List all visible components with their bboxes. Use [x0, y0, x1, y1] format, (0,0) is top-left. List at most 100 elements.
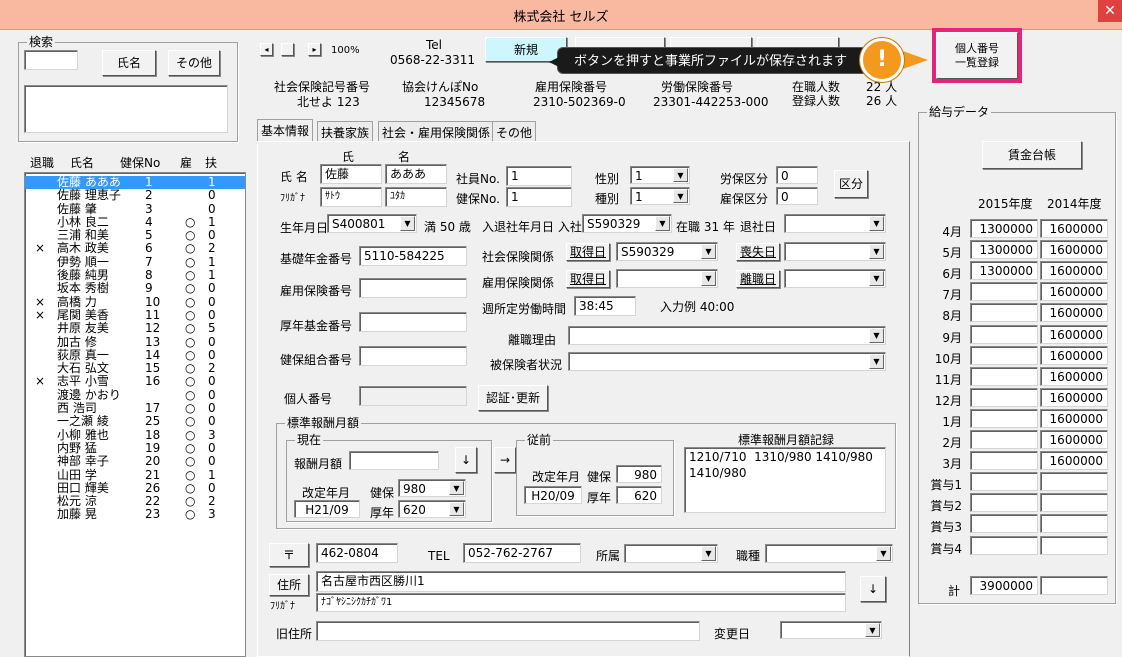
employee-row[interactable]: 渡邊 かおり ○ 0: [25, 388, 245, 402]
salary-y1-cell[interactable]: [970, 345, 1038, 365]
kounen-grade-select[interactable]: 620 ▼: [398, 500, 466, 518]
tab-shaho[interactable]: 社会・雇用保険関係: [378, 121, 495, 141]
salary-y2-cell[interactable]: [1040, 535, 1108, 555]
sei-kana-input[interactable]: ｻﾄｳ: [320, 187, 382, 207]
salary-y2-cell[interactable]: 1600000: [1040, 366, 1108, 386]
salary-y2-cell[interactable]: 1600000: [1040, 324, 1108, 344]
salary-y1-cell[interactable]: [970, 451, 1038, 471]
salary-y2-cell[interactable]: 1600000: [1040, 345, 1108, 365]
kenpo-kumiai-input[interactable]: [359, 346, 467, 366]
total-2015[interactable]: 3900000: [970, 576, 1038, 595]
jusho-kana-input[interactable]: ﾅｺﾞﾔｼﾆｼｸｶﾁｶﾞﾜ1: [316, 593, 846, 612]
salary-y2-cell[interactable]: 1600000: [1040, 451, 1108, 471]
birth-select[interactable]: S400801 ▼: [327, 214, 417, 233]
employee-row[interactable]: 小林 良二 4 ○ 1: [25, 215, 245, 229]
nav-prev-button[interactable]: [281, 43, 294, 56]
salary-y1-cell[interactable]: [970, 408, 1038, 428]
salary-y2-cell[interactable]: [1040, 493, 1108, 513]
prev-kaitei-value[interactable]: H20/09: [524, 486, 582, 504]
kojin-input[interactable]: [359, 386, 467, 406]
sei-input[interactable]: 佐藤: [320, 164, 382, 184]
record-value[interactable]: 1210/710 1310/980 1410/980 1410/980: [684, 447, 886, 513]
rishoku-riyu-select[interactable]: ▼: [568, 326, 886, 345]
tel-input[interactable]: 052-762-2767: [463, 543, 581, 563]
tab-basic[interactable]: 基本情報: [257, 119, 314, 141]
salary-y1-cell[interactable]: 1300000: [970, 261, 1038, 281]
salary-y2-cell[interactable]: 1600000: [1040, 387, 1108, 407]
hihokensha-select[interactable]: ▼: [568, 352, 886, 371]
salary-y1-cell[interactable]: [970, 535, 1038, 555]
shubetsu-select[interactable]: 1 ▼: [630, 187, 690, 205]
kenpo-input[interactable]: 1: [506, 187, 572, 207]
salary-y2-cell[interactable]: 1600000: [1040, 219, 1108, 238]
salary-y2-cell[interactable]: 1600000: [1040, 240, 1108, 260]
employee-row[interactable]: 佐藤 あああ 1 1: [25, 175, 245, 190]
ledger-button[interactable]: 賃金台帳: [982, 141, 1082, 169]
henko-select[interactable]: ▼: [780, 621, 882, 639]
nyusha-select[interactable]: S590329 ▼: [582, 214, 672, 233]
employee-row[interactable]: 小柳 雅也 18 ○ 3: [25, 428, 245, 442]
salary-y2-cell[interactable]: 1600000: [1040, 282, 1108, 302]
rishoku-button[interactable]: 離職日: [736, 270, 780, 288]
salary-y1-cell[interactable]: 1300000: [970, 219, 1038, 238]
ninsho-button[interactable]: 認証･更新: [478, 385, 548, 411]
salary-y1-cell[interactable]: [970, 387, 1038, 407]
nav-first-button[interactable]: ◂: [260, 43, 273, 56]
salary-y2-cell[interactable]: 1600000: [1040, 303, 1108, 323]
search-name-button[interactable]: 氏名: [102, 50, 156, 76]
employee-row[interactable]: 後藤 純男 8 ○ 1: [25, 268, 245, 282]
search-other-button[interactable]: その他: [168, 50, 220, 76]
houshu-input[interactable]: [349, 451, 439, 470]
salary-y1-cell[interactable]: [970, 303, 1038, 323]
salary-y2-cell[interactable]: [1040, 472, 1108, 492]
shaho-soshitsu-select[interactable]: ▼: [784, 242, 886, 261]
employee-row[interactable]: 松元 涼 22 ○ 2: [25, 494, 245, 508]
employee-row[interactable]: 佐藤 理恵子 2 0: [25, 188, 245, 202]
tab-other[interactable]: その他: [492, 121, 537, 141]
prev-kounen-value[interactable]: 620: [616, 486, 662, 504]
kenpo-grade-select[interactable]: 980 ▼: [398, 479, 466, 497]
rishoku-select[interactable]: ▼: [784, 269, 886, 288]
close-button[interactable]: ✕: [1098, 0, 1122, 22]
total-2014[interactable]: [1040, 576, 1108, 595]
kiso-input[interactable]: 5110-584225: [359, 246, 467, 266]
mei-kana-input[interactable]: ﾕﾀｶ: [385, 187, 447, 207]
shain-input[interactable]: 1: [506, 166, 572, 186]
salary-y2-cell[interactable]: 1600000: [1040, 430, 1108, 449]
salary-y2-cell[interactable]: [1040, 514, 1108, 534]
jusho-down-button[interactable]: ↓: [860, 576, 886, 602]
shozoku-select[interactable]: ▼: [624, 544, 718, 563]
kaitei-value[interactable]: H21/09: [294, 500, 360, 518]
employee-row[interactable]: 坂本 秀樹 9 ○ 0: [25, 282, 245, 296]
employee-row[interactable]: 加古 修 13 ○ 0: [25, 335, 245, 349]
salary-y2-cell[interactable]: 1600000: [1040, 261, 1108, 281]
jusho-input[interactable]: 名古屋市西区勝川1: [316, 571, 846, 592]
shaho-shutoku-button[interactable]: 取得日: [566, 243, 610, 261]
employee-row[interactable]: 神部 幸子 20 ○ 0: [25, 454, 245, 468]
tab-fuyo[interactable]: 扶養家族: [317, 121, 374, 141]
prev-kenpo-value[interactable]: 980: [616, 465, 662, 483]
zip-button[interactable]: 〒: [269, 543, 309, 567]
salary-y1-cell[interactable]: [970, 493, 1038, 513]
mei-input[interactable]: あああ: [385, 164, 447, 184]
salary-y1-cell[interactable]: [970, 366, 1038, 386]
shokushu-select[interactable]: ▼: [765, 544, 893, 563]
kosei-input[interactable]: [359, 312, 467, 332]
employee-row[interactable]: × 高木 政美 6 ○ 2: [25, 242, 245, 256]
employee-row[interactable]: × 志平 小雪 16 ○ 0: [25, 375, 245, 389]
houshu-down-button[interactable]: ↓: [455, 447, 477, 473]
koyoho-input[interactable]: 0: [776, 187, 818, 205]
seibetsu-select[interactable]: 1 ▼: [630, 166, 690, 184]
salary-y1-cell[interactable]: [970, 430, 1038, 449]
employee-row[interactable]: × 高橋 力 10 ○ 0: [25, 295, 245, 309]
shaho-soshitsu-button[interactable]: 喪失日: [736, 243, 780, 261]
kubun-button[interactable]: 区分: [834, 170, 868, 198]
shotei-input[interactable]: 38:45: [574, 296, 636, 316]
employee-row[interactable]: 井原 友美 12 ○ 5: [25, 321, 245, 335]
salary-y2-cell[interactable]: 1600000: [1040, 408, 1108, 428]
search-memo[interactable]: [24, 85, 228, 133]
employee-row[interactable]: 一之瀬 綾 25 ○ 0: [25, 415, 245, 429]
jusho-button[interactable]: 住所: [269, 574, 309, 596]
salary-y1-cell[interactable]: [970, 514, 1038, 534]
employee-row[interactable]: 伊勢 順一 7 ○ 1: [25, 255, 245, 269]
